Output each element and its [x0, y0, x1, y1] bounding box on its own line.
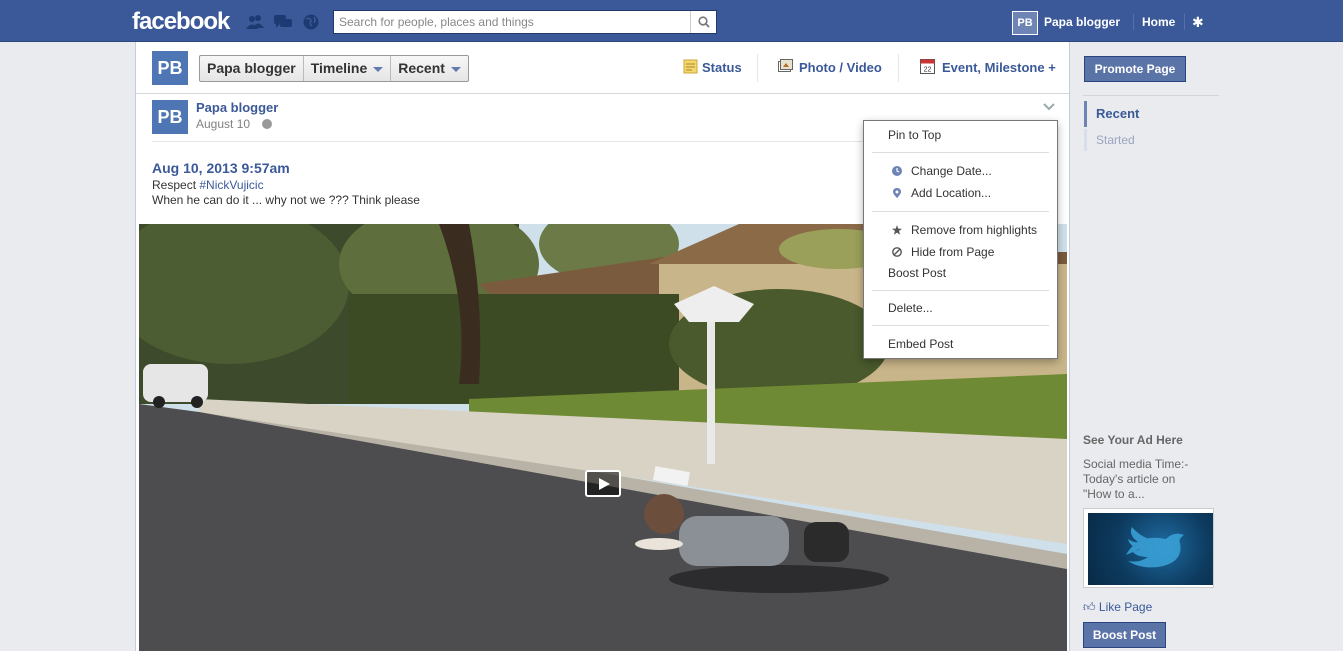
separator [757, 54, 758, 82]
post-text-line-1: Respect #NickVujicic [152, 178, 264, 192]
scrubber-started[interactable]: Started [1084, 129, 1135, 151]
user-profile-link[interactable]: Papa blogger [1044, 15, 1120, 29]
chevron-down-icon [450, 66, 461, 72]
user-avatar[interactable]: PB [1012, 11, 1038, 35]
boost-post-button[interactable]: Boost Post [1083, 622, 1166, 648]
search-box [333, 10, 717, 34]
promote-page-button[interactable]: Promote Page [1084, 56, 1186, 82]
ad-text-line: Today's article on [1083, 472, 1176, 486]
twitter-bird-image [1088, 513, 1213, 585]
like-page-link[interactable]: 👍︎ Like Page [1083, 600, 1152, 615]
menu-separator [872, 290, 1049, 291]
ad-text-line: Social media Time:- [1083, 457, 1189, 471]
calendar-icon: 22 [920, 59, 935, 74]
event-milestone-action[interactable]: Event, Milestone + [942, 60, 1056, 75]
page-avatar[interactable]: PB [152, 51, 188, 85]
separator [898, 54, 899, 82]
menu-item-delete[interactable]: Delete... [864, 298, 1057, 318]
like-page-label: Like Page [1098, 600, 1153, 614]
friend-requests-icon[interactable] [246, 14, 264, 30]
post-options-menu: Pin to Top Change Date... Add Location..… [863, 120, 1058, 359]
messages-icon[interactable] [274, 14, 292, 30]
search-icon [697, 16, 710, 28]
chevron-down-icon [373, 66, 384, 72]
divider [1083, 95, 1219, 96]
hide-circle-icon [892, 247, 902, 257]
menu-separator [872, 211, 1049, 212]
clock-icon [892, 166, 902, 176]
photo-video-icon [778, 59, 793, 72]
status-action[interactable]: Status [702, 60, 742, 75]
menu-item-label: Change Date... [911, 164, 992, 178]
status-icon [683, 59, 698, 74]
timeline-button-group: Papa blogger Timeline Recent [199, 55, 469, 82]
recent-dropdown[interactable]: Recent [391, 56, 468, 81]
page-header-bar: PB Papa blogger Timeline Recent Status P… [136, 42, 1071, 94]
post-author-avatar[interactable]: PB [152, 100, 188, 134]
menu-item-hide-from-page[interactable]: Hide from Page [864, 242, 1057, 262]
menu-item-add-location[interactable]: Add Location... [864, 183, 1057, 203]
ad-text-line: "How to a... [1083, 487, 1145, 501]
ad-text[interactable]: Social media Time:- Today's article on "… [1083, 457, 1208, 502]
menu-item-label: Remove from highlights [911, 223, 1038, 237]
separator [1184, 14, 1185, 30]
menu-item-label: Hide from Page [911, 245, 995, 259]
menu-item-boost-post[interactable]: Boost Post [864, 263, 1057, 283]
play-button[interactable] [585, 470, 621, 497]
twitter-bird-icon [1126, 527, 1184, 568]
post-author-name[interactable]: Papa blogger [196, 100, 278, 115]
photo-video-action[interactable]: Photo / Video [799, 60, 882, 75]
menu-separator [872, 152, 1049, 153]
public-globe-icon [262, 119, 272, 129]
menu-item-remove-from-highlights[interactable]: Remove from highlights [864, 220, 1057, 240]
location-pin-icon [893, 188, 901, 198]
recent-label: Recent [398, 60, 445, 76]
timeline-dropdown[interactable]: Timeline [304, 56, 392, 81]
page-name-button[interactable]: Papa blogger [200, 56, 304, 81]
calendar-day: 22 [924, 67, 932, 74]
star-icon [892, 225, 902, 235]
post-options-chevron-icon[interactable] [1043, 100, 1055, 112]
hashtag-link[interactable]: #NickVujicic [199, 178, 263, 192]
story-timestamp[interactable]: Aug 10, 2013 9:57am [152, 160, 290, 176]
home-link[interactable]: Home [1142, 15, 1175, 29]
menu-item-pin-to-top[interactable]: Pin to Top [864, 125, 1057, 145]
post-text-prefix: Respect [152, 178, 200, 192]
separator [1133, 14, 1134, 30]
notifications-globe-icon[interactable] [302, 14, 320, 30]
top-navigation-bar: facebook PB Papa blogger Home ✱ [0, 0, 1343, 42]
post-text-line-2: When he can do it ... why not we ??? Thi… [152, 193, 420, 207]
menu-item-embed-post[interactable]: Embed Post [864, 334, 1057, 354]
search-button[interactable] [690, 11, 716, 33]
gear-icon[interactable]: ✱ [1192, 14, 1204, 31]
thumbs-up-icon: 👍︎ [1083, 600, 1096, 614]
timeline-label: Timeline [310, 60, 368, 76]
menu-separator [872, 325, 1049, 326]
search-input[interactable] [334, 11, 690, 33]
ad-heading[interactable]: See Your Ad Here [1083, 433, 1183, 447]
facebook-logo[interactable]: facebook [132, 8, 230, 36]
menu-item-label: Add Location... [911, 186, 992, 200]
post-date[interactable]: August 10 [196, 117, 250, 131]
scrubber-recent[interactable]: Recent [1084, 101, 1139, 127]
ad-image[interactable] [1083, 508, 1214, 588]
menu-item-change-date[interactable]: Change Date... [864, 161, 1057, 181]
